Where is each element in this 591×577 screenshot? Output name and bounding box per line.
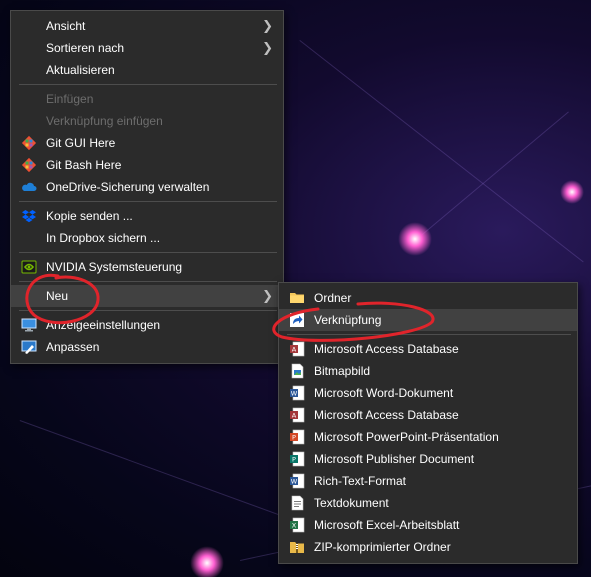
chevron-right-icon: ❯ — [262, 288, 273, 303]
submenu-item-label: Verknüpfung — [314, 313, 382, 327]
access-icon: A — [290, 407, 305, 423]
powerpoint-icon: P — [290, 429, 305, 445]
submenu-item-bitmapbild[interactable]: Bitmapbild — [279, 360, 577, 382]
menu-separator — [19, 310, 277, 311]
menu-item-anzeigeeinstellungen[interactable]: Anzeigeeinstellungen — [11, 314, 283, 336]
menu-item-label: NVIDIA Systemsteuerung — [46, 260, 183, 274]
submenu-item-label: Microsoft Access Database — [314, 342, 459, 356]
submenu-item-rich-text[interactable]: W Rich-Text-Format — [279, 470, 577, 492]
svg-text:W: W — [291, 478, 298, 486]
submenu-item-label: Microsoft Access Database — [314, 408, 459, 422]
menu-item-label: Einfügen — [46, 92, 94, 106]
menu-item-label: In Dropbox sichern ... — [46, 231, 161, 245]
nvidia-icon — [21, 260, 37, 274]
menu-item-git-gui-here[interactable]: Git GUI Here — [11, 132, 283, 154]
submenu-item-excel[interactable]: X Microsoft Excel-Arbeitsblatt — [279, 514, 577, 536]
menu-item-git-bash-here[interactable]: Git Bash Here — [11, 154, 283, 176]
svg-text:P: P — [292, 434, 296, 442]
menu-item-onedrive-sicherung[interactable]: OneDrive-Sicherung verwalten — [11, 176, 283, 198]
submenu-item-label: ZIP-komprimierter Ordner — [314, 540, 451, 554]
menu-item-label: Ansicht — [46, 19, 86, 33]
zip-folder-icon — [290, 542, 304, 553]
menu-item-label: Neu — [46, 289, 69, 303]
submenu-item-powerpoint[interactable]: P Microsoft PowerPoint-Präsentation — [279, 426, 577, 448]
menu-item-aktualisieren[interactable]: Aktualisieren — [11, 59, 283, 81]
light-orb — [560, 180, 584, 204]
menu-separator — [19, 281, 277, 282]
menu-item-label: Aktualisieren — [46, 63, 115, 77]
menu-separator — [19, 201, 277, 202]
menu-item-label: Verknüpfung einfügen — [46, 114, 163, 128]
light-orb — [190, 546, 224, 577]
menu-item-label: Anzeigeeinstellungen — [46, 318, 161, 332]
menu-item-sortieren-nach[interactable]: Sortieren nach ❯ — [11, 37, 283, 59]
chevron-right-icon: ❯ — [262, 40, 273, 55]
access-icon: A — [290, 341, 305, 357]
menu-item-neu[interactable]: Neu ❯ — [11, 285, 283, 307]
menu-item-einfuegen: Einfügen — [11, 88, 283, 110]
dropbox-icon — [22, 210, 36, 223]
submenu-item-access-database[interactable]: A Microsoft Access Database — [279, 338, 577, 360]
menu-separator — [19, 84, 277, 85]
svg-text:W: W — [291, 390, 298, 398]
menu-item-label: Kopie senden ... — [46, 209, 133, 223]
submenu-item-label: Ordner — [314, 291, 352, 305]
light-orb — [398, 222, 432, 256]
git-icon — [21, 157, 37, 173]
menu-separator — [287, 334, 571, 335]
menu-separator — [19, 252, 277, 253]
bitmap-icon — [291, 363, 304, 379]
excel-icon: X — [290, 517, 305, 533]
submenu-item-zip-ordner[interactable]: ZIP-komprimierter Ordner — [279, 536, 577, 558]
submenu-item-publisher[interactable]: P Microsoft Publisher Document — [279, 448, 577, 470]
submenu-item-ordner[interactable]: Ordner — [279, 287, 577, 309]
menu-item-label: Git GUI Here — [46, 136, 116, 150]
svg-text:P: P — [292, 456, 296, 464]
svg-text:X: X — [292, 522, 297, 530]
personalize-icon — [21, 340, 37, 354]
svg-text:A: A — [292, 346, 297, 354]
shortcut-icon — [290, 313, 304, 327]
menu-item-label: Anpassen — [46, 340, 100, 354]
menu-item-label: OneDrive-Sicherung verwalten — [46, 180, 210, 194]
menu-item-kopie-senden[interactable]: Kopie senden ... — [11, 205, 283, 227]
menu-item-nvidia-systemsteuerung[interactable]: NVIDIA Systemsteuerung — [11, 256, 283, 278]
onedrive-icon — [22, 182, 37, 191]
submenu-item-textdokument[interactable]: Textdokument — [279, 492, 577, 514]
submenu-item-label: Microsoft Publisher Document — [314, 452, 475, 466]
svg-text:A: A — [292, 412, 297, 420]
submenu-item-access-database-2[interactable]: A Microsoft Access Database — [279, 404, 577, 426]
submenu-item-word-dokument[interactable]: W Microsoft Word-Dokument — [279, 382, 577, 404]
submenu-item-label: Rich-Text-Format — [314, 474, 407, 488]
folder-icon — [290, 293, 304, 303]
submenu-item-label: Microsoft Word-Dokument — [314, 386, 454, 400]
submenu-item-label: Microsoft PowerPoint-Präsentation — [314, 430, 499, 444]
desktop-context-menu: Ansicht ❯ Sortieren nach ❯ Aktualisieren… — [10, 10, 284, 364]
menu-item-label: Sortieren nach — [46, 41, 125, 55]
menu-item-verknuepfung-einfuegen: Verknüpfung einfügen — [11, 110, 283, 132]
menu-item-label: Git Bash Here — [46, 158, 122, 172]
text-document-icon — [291, 495, 304, 511]
menu-item-in-dropbox-sichern[interactable]: In Dropbox sichern ... — [11, 227, 283, 249]
submenu-item-verknuepfung[interactable]: Verknüpfung — [279, 309, 577, 331]
chevron-right-icon: ❯ — [262, 18, 273, 33]
menu-item-ansicht[interactable]: Ansicht ❯ — [11, 15, 283, 37]
word-icon: W — [290, 385, 305, 401]
git-icon — [21, 135, 37, 151]
submenu-item-label: Bitmapbild — [314, 364, 371, 378]
submenu-item-label: Textdokument — [314, 496, 389, 510]
publisher-icon: P — [290, 451, 305, 467]
rtf-icon: W — [290, 473, 305, 489]
new-submenu: Ordner Verknüpfung A Microsoft Access Da… — [278, 282, 578, 564]
display-settings-icon — [21, 318, 37, 332]
submenu-item-label: Microsoft Excel-Arbeitsblatt — [314, 518, 460, 532]
menu-item-anpassen[interactable]: Anpassen — [11, 336, 283, 358]
